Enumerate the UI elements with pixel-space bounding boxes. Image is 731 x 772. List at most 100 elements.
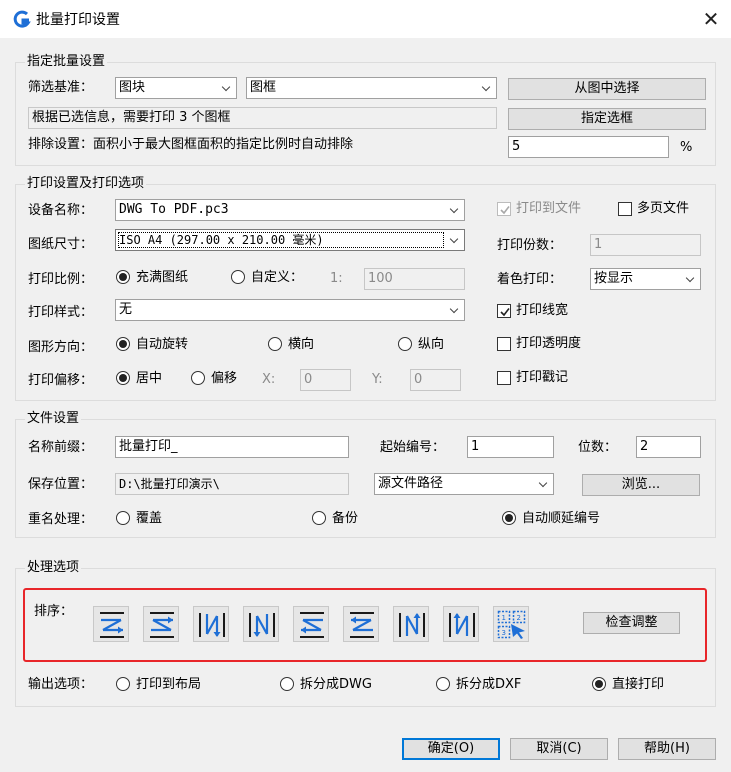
sort-rows-lr-up-icon[interactable] [143, 606, 179, 642]
help-button[interactable]: 帮助(H) [618, 738, 716, 760]
start-number-input[interactable]: 1 [467, 436, 554, 458]
app-logo-icon [12, 10, 32, 30]
sort-cols-bt-left-icon[interactable] [443, 606, 479, 642]
scale-ratio-prefix: 1: [330, 271, 343, 286]
rename-overwrite-label: 覆盖 [136, 511, 163, 526]
sort-rows-lr-down-icon[interactable] [93, 606, 129, 642]
copies-label: 打印份数： [497, 238, 563, 253]
custom-order-select-icon[interactable]: 1 2 3 [493, 606, 529, 642]
paper-size-label: 图纸尺寸： [28, 237, 94, 252]
sort-cols-bt-right-icon[interactable] [393, 606, 429, 642]
sort-cols-tb-left-icon[interactable] [243, 606, 279, 642]
copies-input[interactable]: 1 [590, 234, 701, 256]
exclude-ratio-input[interactable]: 5 [508, 136, 669, 158]
orient-portrait-radio[interactable] [398, 337, 412, 351]
offset-x-input[interactable]: 0 [300, 369, 351, 391]
transparency-label: 打印透明度 [516, 336, 582, 351]
scale-label: 打印比例： [28, 272, 94, 287]
percent-unit: % [680, 140, 693, 155]
output-direct-radio[interactable] [592, 677, 606, 691]
filter-value-text: 图框 [250, 80, 277, 95]
plot-style-label: 打印样式： [28, 305, 94, 320]
sort-cols-tb-right-icon[interactable] [193, 606, 229, 642]
rename-backup-label: 备份 [332, 511, 359, 526]
scale-custom-radio[interactable] [231, 270, 245, 284]
offset-custom-radio[interactable] [191, 371, 205, 385]
filter-value-select[interactable]: 图框 [246, 77, 497, 99]
rename-label: 重名处理： [28, 512, 94, 527]
stamp-checkbox[interactable] [497, 371, 511, 385]
svg-text:2: 2 [517, 614, 521, 622]
check-adjust-button[interactable]: 检查调整 [583, 612, 680, 634]
rename-overwrite-radio[interactable] [116, 511, 130, 525]
offset-y-label: Y: [372, 372, 383, 387]
multi-page-label: 多页文件 [637, 201, 690, 216]
process-options-title: 处理选项 [25, 560, 82, 576]
output-direct-label: 直接打印 [612, 677, 665, 692]
lineweight-checkbox[interactable] [497, 304, 511, 318]
scale-fit-radio[interactable] [116, 270, 130, 284]
select-from-drawing-button[interactable]: 从图中选择 [508, 78, 706, 100]
plot-style-select[interactable]: 无 [115, 299, 465, 321]
chevron-down-icon [478, 78, 496, 98]
scale-fit-label: 充满图纸 [136, 270, 189, 285]
chevron-down-icon [682, 269, 700, 289]
chevron-down-icon [446, 230, 464, 250]
browse-button[interactable]: 浏览... [582, 474, 700, 496]
print-to-file-checkbox[interactable] [497, 202, 511, 216]
offset-center-label: 居中 [136, 371, 163, 386]
multi-page-checkbox[interactable] [618, 202, 632, 216]
chevron-down-icon [535, 474, 553, 494]
save-location-label: 保存位置： [28, 477, 94, 492]
digits-label: 位数： [578, 440, 618, 455]
offset-center-radio[interactable] [116, 371, 130, 385]
scale-value-input[interactable]: 100 [364, 268, 465, 290]
output-split-dwg-radio[interactable] [280, 677, 294, 691]
output-split-dxf-label: 拆分成DXF [456, 677, 522, 692]
cancel-button[interactable]: 取消(C) [510, 738, 608, 760]
orient-landscape-label: 横向 [288, 337, 315, 352]
device-select[interactable]: DWG To PDF.pc3 [115, 199, 465, 221]
output-layout-radio[interactable] [116, 677, 130, 691]
window-title: 批量打印设置 [36, 12, 120, 28]
output-split-dxf-radio[interactable] [436, 677, 450, 691]
paper-size-select[interactable]: ISO A4 (297.00 x 210.00 毫米) [115, 229, 465, 251]
orientation-label: 图形方向： [28, 340, 94, 355]
print-to-file-label: 打印到文件 [516, 201, 582, 216]
plot-style-value: 无 [119, 302, 133, 317]
close-icon[interactable]: ✕ [698, 6, 724, 32]
filter-type-select[interactable]: 图块 [115, 77, 237, 99]
orient-portrait-label: 纵向 [418, 337, 445, 352]
offset-custom-label: 偏移 [211, 371, 238, 386]
shade-print-select[interactable]: 按显示 [590, 268, 701, 290]
output-layout-label: 打印到布局 [136, 677, 202, 692]
file-settings-title: 文件设置 [25, 411, 82, 427]
shade-print-label: 着色打印： [497, 272, 563, 287]
specify-frame-button[interactable]: 指定选框 [508, 108, 706, 130]
batch-settings-title: 指定批量设置 [25, 54, 108, 70]
lineweight-label: 打印线宽 [516, 303, 569, 318]
digits-input[interactable]: 2 [636, 436, 701, 458]
sort-rows-rl-up-icon[interactable] [343, 606, 379, 642]
name-prefix-input[interactable]: 批量打印_ [115, 436, 349, 458]
ok-button[interactable]: 确定(O) [402, 738, 500, 760]
paper-size-value: ISO A4 (297.00 x 210.00 毫米) [119, 233, 324, 247]
offset-y-input[interactable]: 0 [410, 369, 461, 391]
orient-landscape-radio[interactable] [268, 337, 282, 351]
rename-auto-radio[interactable] [502, 511, 516, 525]
offset-x-label: X: [262, 372, 276, 387]
save-location-input[interactable]: D:\批量打印演示\ [115, 473, 349, 495]
svg-text:1: 1 [502, 614, 506, 622]
transparency-checkbox[interactable] [497, 337, 511, 351]
rename-backup-radio[interactable] [312, 511, 326, 525]
orient-auto-radio[interactable] [116, 337, 130, 351]
path-type-select[interactable]: 源文件路径 [374, 473, 554, 495]
chevron-down-icon [446, 200, 464, 220]
chevron-down-icon [446, 300, 464, 320]
filter-label: 筛选基准： [28, 80, 94, 95]
sort-label: 排序： [34, 604, 74, 619]
svg-text:3: 3 [502, 629, 506, 637]
shade-print-value: 按显示 [594, 271, 634, 286]
sort-rows-rl-down-icon[interactable] [293, 606, 329, 642]
print-settings-title: 打印设置及打印选项 [25, 176, 147, 192]
